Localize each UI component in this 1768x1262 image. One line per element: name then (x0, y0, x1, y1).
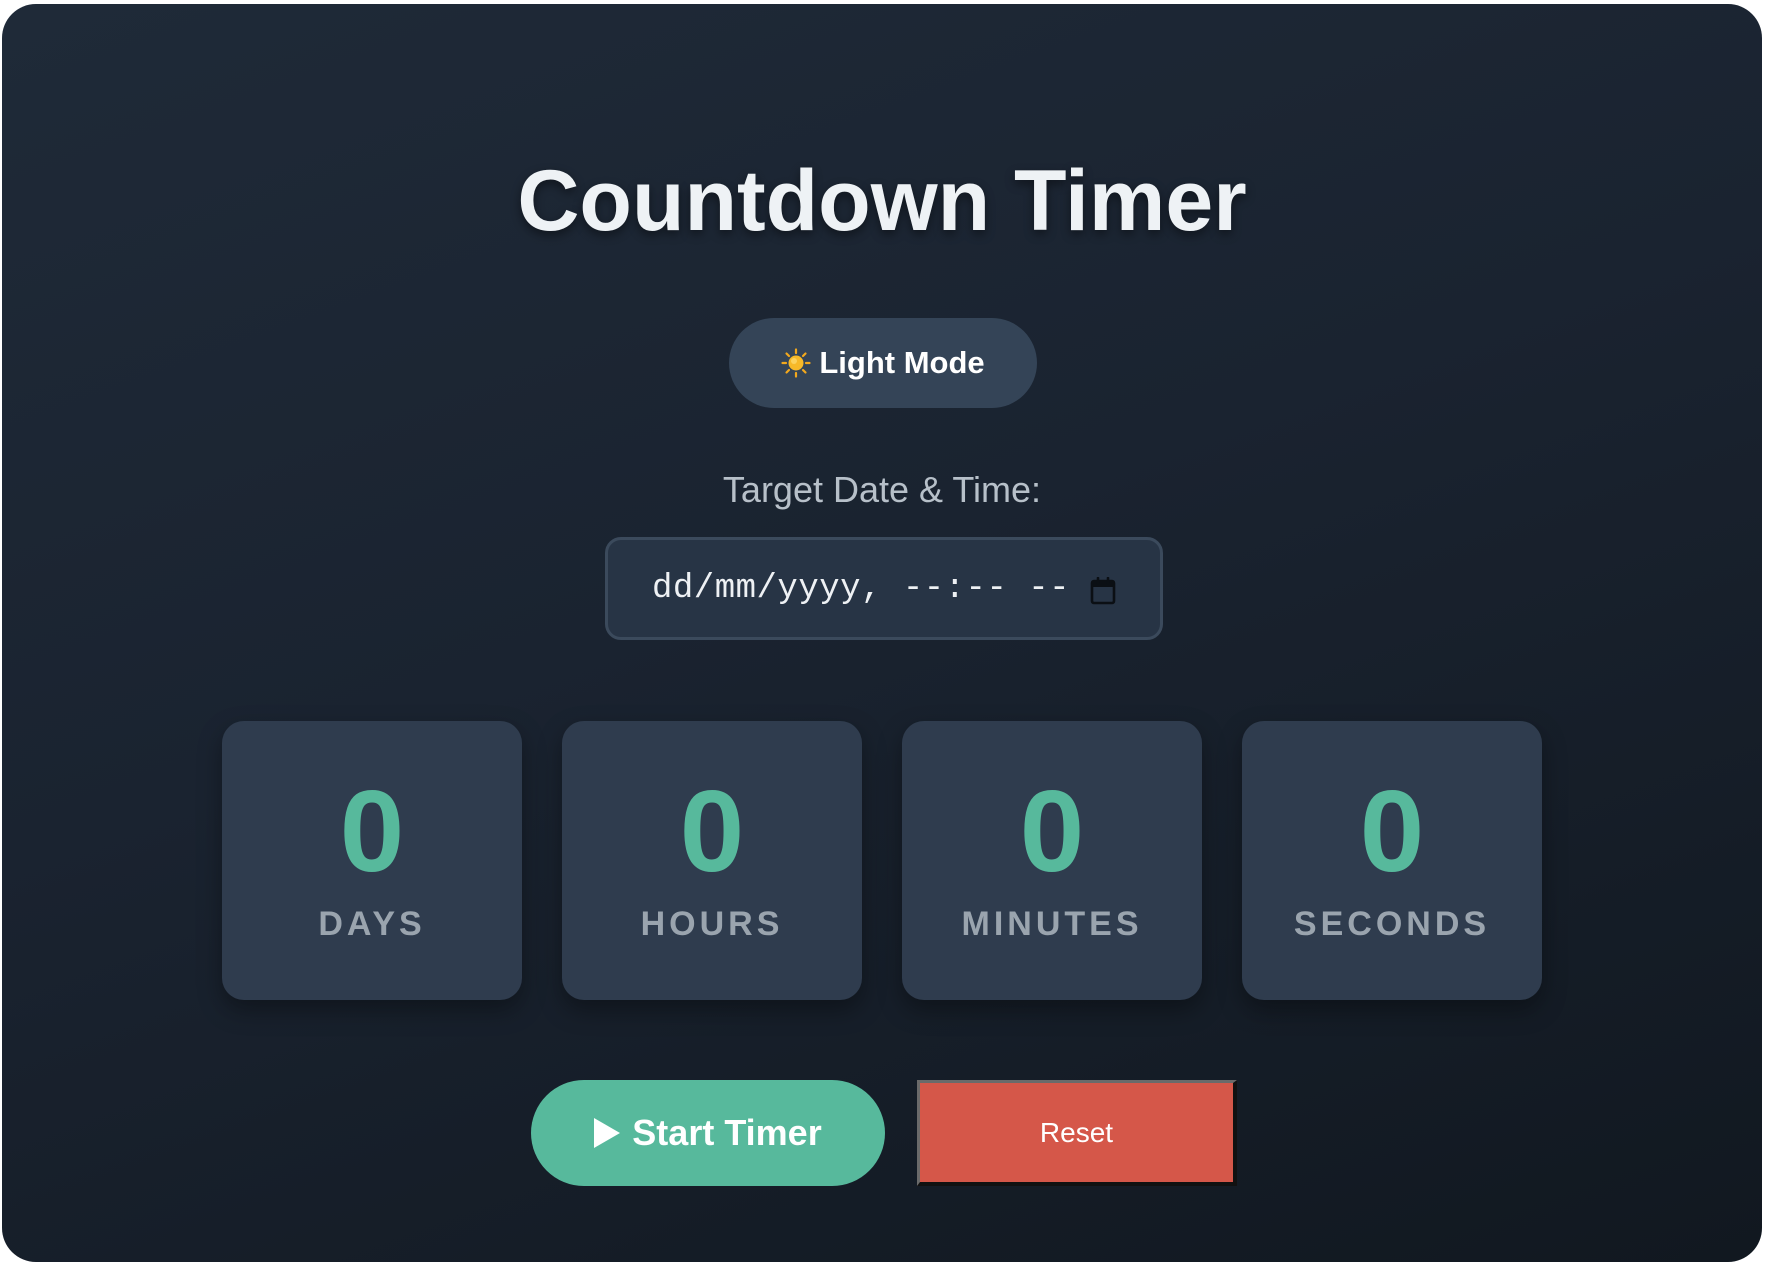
days-value: 0 (339, 766, 405, 896)
start-timer-label: Start Timer (632, 1112, 822, 1153)
hours-value: 0 (679, 766, 745, 896)
seconds-value: 0 (1359, 766, 1425, 896)
countdown-hours-box: 0 HOURS (562, 721, 862, 1000)
minutes-value: 0 (1019, 766, 1085, 896)
datetime-placeholder: dd/mm/yyyy, --:-- -- (652, 569, 1071, 608)
countdown-days-box: 0 DAYS (222, 721, 522, 1000)
sun-icon (781, 348, 811, 378)
calendar-icon[interactable] (1090, 577, 1116, 605)
seconds-label: SECONDS (1293, 905, 1491, 943)
minutes-label: MINUTES (961, 905, 1143, 943)
theme-toggle-button[interactable]: Light Mode (729, 318, 1037, 408)
countdown-seconds-box: 0 SECONDS (1242, 721, 1542, 1000)
countdown-minutes-box: 0 MINUTES (902, 721, 1202, 1000)
page-title: Countdown Timer (517, 153, 1247, 249)
play-icon (594, 1118, 621, 1148)
countdown-app: Countdown Timer Light Mode Target Date &… (2, 4, 1762, 1262)
target-datetime-label: Target Date & Time: (722, 469, 1042, 510)
start-timer-button[interactable]: Start Timer (531, 1080, 885, 1186)
reset-label: Reset (1039, 1116, 1114, 1148)
target-datetime-input[interactable]: dd/mm/yyyy, --:-- -- (605, 537, 1163, 640)
days-label: DAYS (318, 905, 426, 943)
reset-button[interactable]: Reset (917, 1080, 1237, 1186)
hours-label: HOURS (640, 905, 784, 943)
theme-toggle-label: Light Mode (819, 345, 985, 380)
